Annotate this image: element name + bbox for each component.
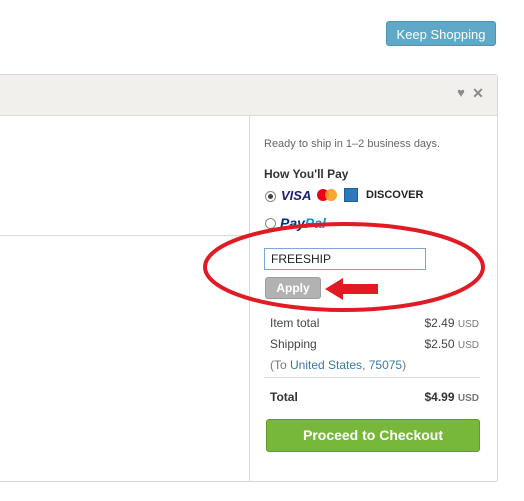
keep-shopping-button[interactable]: Keep Shopping (386, 21, 496, 46)
proceed-to-checkout-button[interactable]: Proceed to Checkout (266, 419, 480, 452)
country-link[interactable]: United States (290, 358, 362, 372)
total-row: Total $4.99 USD (270, 390, 479, 404)
red-arrow-icon (325, 278, 378, 300)
close-icon[interactable]: ✕ (471, 86, 485, 100)
total-label: Total (270, 390, 298, 404)
visa-logo: VISA (281, 188, 312, 203)
divider (265, 377, 480, 378)
total-amount: $4.99 (424, 390, 455, 404)
discover-logo: DISCOVER (366, 189, 424, 201)
shipping-amount: $2.50 (424, 337, 455, 351)
item-total-row: Item total $2.49 USD (270, 316, 479, 330)
amex-logo (344, 188, 358, 202)
currency-label: USD (457, 340, 479, 351)
zip-link[interactable]: 75075 (369, 358, 402, 372)
heart-icon[interactable]: ♥ (454, 86, 468, 100)
currency-label: USD (457, 393, 479, 404)
how-you-pay-heading: How You'll Pay (264, 167, 349, 181)
shipping-label: Shipping (270, 337, 317, 351)
annotation-ellipse (203, 222, 485, 312)
mastercard-logo (317, 189, 337, 201)
ship-time-text: Ready to ship in 1–2 business days. (264, 138, 441, 150)
item-total-amount: $2.49 (424, 316, 455, 330)
shipping-destination: (To United States, 75075) (270, 358, 407, 372)
panel-header: ♥ ✕ (0, 75, 497, 116)
currency-label: USD (457, 319, 479, 330)
shipping-row: Shipping $2.50 USD (270, 337, 479, 351)
item-total-label: Item total (270, 316, 320, 330)
card-payment-radio[interactable] (265, 191, 276, 202)
